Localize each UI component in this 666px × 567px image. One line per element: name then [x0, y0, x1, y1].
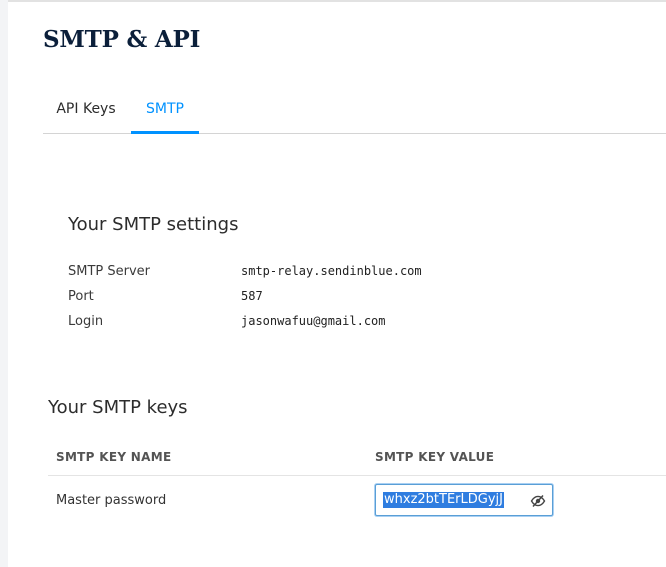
key-name-cell: Master password: [56, 493, 167, 508]
column-header-key-name: SMTP KEY NAME: [56, 450, 172, 464]
column-header-key-value: SMTP KEY VALUE: [375, 450, 495, 464]
tab-smtp[interactable]: SMTP: [131, 86, 199, 134]
port-label: Port: [68, 289, 94, 304]
window-top-edge: [0, 0, 666, 2]
page-title: SMTP & API: [43, 26, 201, 53]
left-sidebar-edge: [0, 0, 8, 567]
smtp-settings-title: Your SMTP settings: [68, 214, 239, 235]
port-value: 587: [241, 289, 263, 303]
table-divider: [48, 475, 666, 476]
smtp-server-value: smtp-relay.sendinblue.com: [241, 264, 422, 278]
login-value: jasonwafuu@gmail.com: [241, 314, 386, 328]
smtp-keys-title: Your SMTP keys: [48, 397, 188, 418]
eye-slash-icon[interactable]: [530, 493, 546, 508]
tab-api-keys[interactable]: API Keys: [43, 86, 129, 132]
smtp-server-label: SMTP Server: [68, 264, 151, 279]
login-label: Login: [68, 314, 104, 329]
smtp-key-value-text[interactable]: whxz2btTErLDGyjJ: [383, 492, 504, 508]
smtp-key-value-field[interactable]: whxz2btTErLDGyjJ: [375, 484, 553, 516]
tab-bar: API Keys SMTP: [43, 86, 666, 134]
